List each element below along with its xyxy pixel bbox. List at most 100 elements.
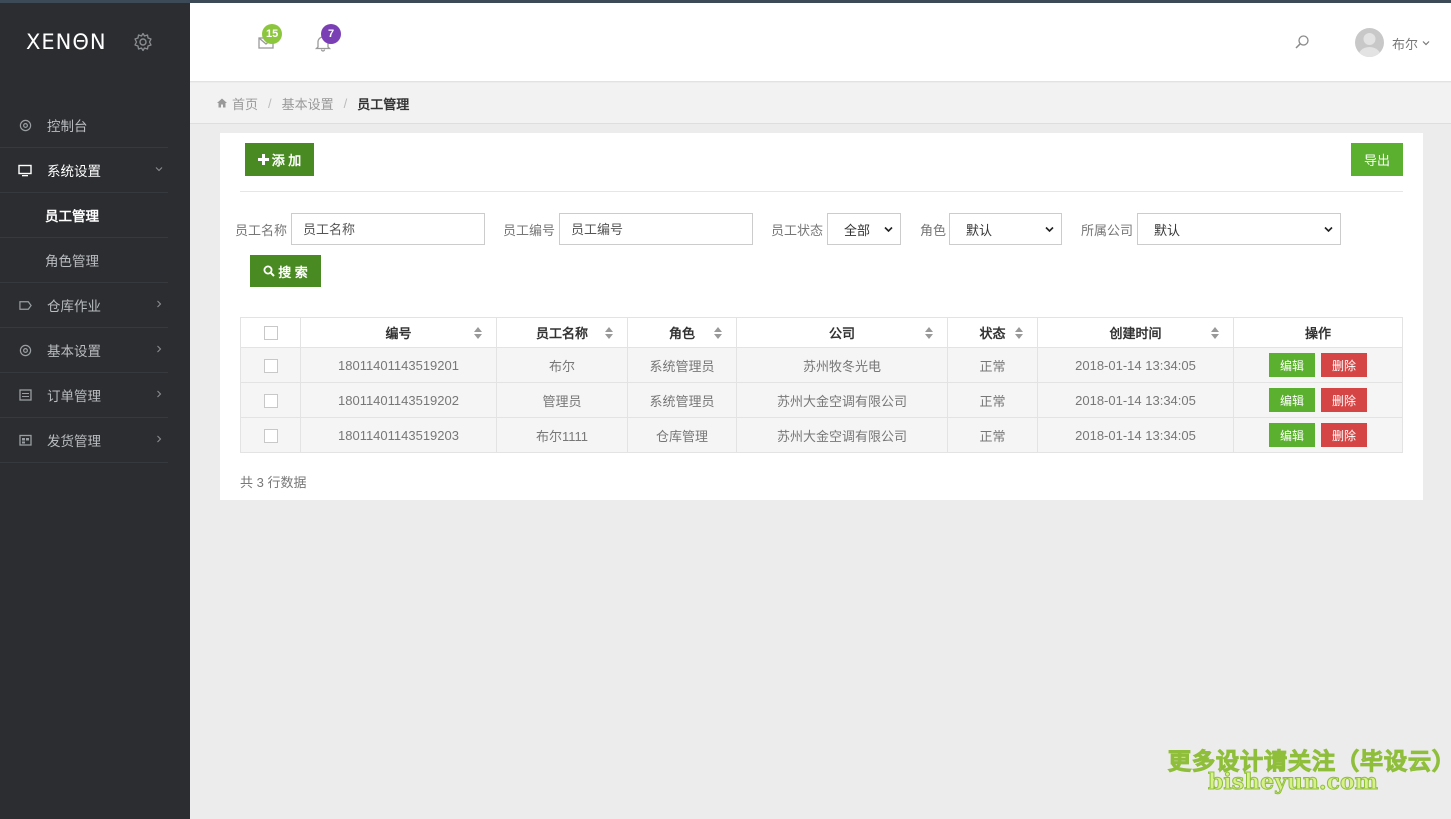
edit-button[interactable]: 编辑 <box>1269 388 1315 412</box>
row-select-cell <box>240 417 301 453</box>
row-checkbox[interactable] <box>263 393 278 408</box>
delete-button[interactable]: 删除 <box>1321 353 1367 377</box>
table-row: 18011401143519202 管理员 系统管理员 苏州大金空调有限公司 正… <box>240 382 1403 418</box>
chevron-down-icon <box>884 226 893 233</box>
sidebar-subitem-staff[interactable]: 员工管理 <box>0 193 168 238</box>
staff-code-label: 员工编号 <box>503 223 556 238</box>
chevron-right-icon <box>157 390 162 398</box>
top-accent-line <box>0 0 1451 3</box>
search-button[interactable]: 搜 索 <box>250 255 321 287</box>
chevron-right-icon <box>157 345 162 353</box>
breadcrumb-home[interactable]: 首页 <box>232 94 258 113</box>
search-icon[interactable] <box>1294 34 1310 50</box>
column-label: 操作 <box>1304 326 1331 341</box>
row-checkbox[interactable] <box>263 428 278 443</box>
sidebar-menu: 控制台 系统设置 员工管理 角色管理 仓库作业 基本设置 订单管理 发货管理 <box>0 103 190 463</box>
role-select[interactable]: 默认 <box>949 213 1062 245</box>
calendar-icon <box>17 432 33 448</box>
cell-status: 正常 <box>947 417 1038 453</box>
staff-name-label: 员工名称 <box>235 223 288 238</box>
role-value: 默认 <box>966 222 993 238</box>
cell-actions: 编辑 删除 <box>1233 347 1403 383</box>
delete-button[interactable]: 删除 <box>1321 423 1367 447</box>
user-name[interactable]: 布尔 <box>1392 34 1418 53</box>
edit-button[interactable]: 编辑 <box>1269 353 1315 377</box>
app-logo[interactable]: XENΘN <box>26 30 107 54</box>
sort-icon <box>925 327 933 339</box>
delete-button[interactable]: 删除 <box>1321 388 1367 412</box>
sidebar-item-label: 基本设置 <box>47 344 101 359</box>
sort-icon <box>1211 327 1219 339</box>
sidebar-item-system-settings[interactable]: 系统设置 <box>0 148 168 193</box>
avatar[interactable] <box>1355 28 1384 57</box>
sidebar-item-shipping[interactable]: 发货管理 <box>0 418 168 463</box>
logo-row: XENΘN <box>0 0 190 84</box>
tag-icon <box>17 297 33 313</box>
sidebar-item-orders[interactable]: 订单管理 <box>0 373 168 418</box>
column-label: 创建时间 <box>1109 326 1162 341</box>
sort-icon <box>605 327 613 339</box>
breadcrumb-section[interactable]: 基本设置 <box>282 94 334 113</box>
settings-icon <box>17 342 33 358</box>
column-label: 编号 <box>385 326 412 341</box>
cell-role: 仓库管理 <box>627 417 737 453</box>
export-button[interactable]: 导出 <box>1351 143 1403 176</box>
cell-code: 18011401143519202 <box>300 382 497 418</box>
select-all-cell <box>240 317 301 348</box>
staff-status-label: 员工状态 <box>771 223 824 238</box>
gear-icon[interactable] <box>133 32 153 52</box>
column-header-name[interactable]: 员工名称 <box>496 317 628 348</box>
sidebar-item-label: 系统设置 <box>47 164 101 179</box>
sidebar-item-warehouse[interactable]: 仓库作业 <box>0 283 168 328</box>
table-row: 18011401143519203 布尔1111 仓库管理 苏州大金空调有限公司… <box>240 417 1403 453</box>
sidebar-subitem-roles[interactable]: 角色管理 <box>0 238 168 283</box>
column-header-company[interactable]: 公司 <box>736 317 948 348</box>
add-button[interactable]: 添 加 <box>245 143 314 176</box>
dashboard-icon <box>17 117 33 133</box>
role-label: 角色 <box>920 223 947 238</box>
staff-panel: 添 加 导出 员工名称 员工编号 员工状态 全部 角色 默认 所属公司 默认 搜… <box>220 133 1423 500</box>
column-header-role[interactable]: 角色 <box>627 317 737 348</box>
row-count-summary: 共 3 行数据 <box>240 475 307 490</box>
sidebar: XENΘN 控制台 系统设置 员工管理 角色管理 仓库作业 基本设置 订单管理 … <box>0 0 190 819</box>
search-button-label: 搜 索 <box>278 264 308 280</box>
sidebar-item-label: 发货管理 <box>47 434 101 449</box>
table-header-row: 编号 员工名称 角色 公司 状态 创建时间 操作 <box>240 317 1403 348</box>
row-checkbox[interactable] <box>263 358 278 373</box>
edit-button[interactable]: 编辑 <box>1269 423 1315 447</box>
staff-name-input[interactable] <box>291 213 485 245</box>
company-select[interactable]: 默认 <box>1137 213 1341 245</box>
table-row: 18011401143519201 布尔 系统管理员 苏州牧冬光电 正常 201… <box>240 347 1403 383</box>
chevron-down-icon <box>1045 226 1054 233</box>
staff-code-input[interactable] <box>559 213 753 245</box>
cell-status: 正常 <box>947 382 1038 418</box>
row-select-cell <box>240 382 301 418</box>
chevron-down-icon[interactable] <box>1421 38 1431 48</box>
breadcrumb-separator: / <box>268 95 272 111</box>
chevron-down-icon <box>155 167 163 172</box>
sort-icon <box>1015 327 1023 339</box>
watermark-line2: bisheyun.com <box>1208 769 1379 796</box>
breadcrumb: 首页 / 基本设置 / 员工管理 <box>190 83 1451 124</box>
cell-created: 2018-01-14 13:34:05 <box>1037 347 1234 383</box>
cell-code: 18011401143519203 <box>300 417 497 453</box>
cell-name: 布尔 <box>496 347 628 383</box>
column-label: 状态 <box>979 326 1006 341</box>
sidebar-item-basic-settings[interactable]: 基本设置 <box>0 328 168 373</box>
cell-company: 苏州大金空调有限公司 <box>736 382 948 418</box>
column-header-actions: 操作 <box>1233 317 1403 348</box>
sort-icon <box>474 327 482 339</box>
cell-code: 18011401143519201 <box>300 347 497 383</box>
select-all-checkbox[interactable] <box>263 326 278 341</box>
chevron-right-icon <box>157 300 162 308</box>
top-header: 15 7 布尔 <box>190 3 1451 82</box>
staff-status-select[interactable]: 全部 <box>827 213 901 245</box>
column-header-created[interactable]: 创建时间 <box>1037 317 1234 348</box>
cell-name: 管理员 <box>496 382 628 418</box>
column-header-code[interactable]: 编号 <box>300 317 497 348</box>
cell-company: 苏州牧冬光电 <box>736 347 948 383</box>
cell-company: 苏州大金空调有限公司 <box>736 417 948 453</box>
column-header-status[interactable]: 状态 <box>947 317 1038 348</box>
sidebar-item-dashboard[interactable]: 控制台 <box>0 103 168 148</box>
plus-icon <box>257 154 269 165</box>
